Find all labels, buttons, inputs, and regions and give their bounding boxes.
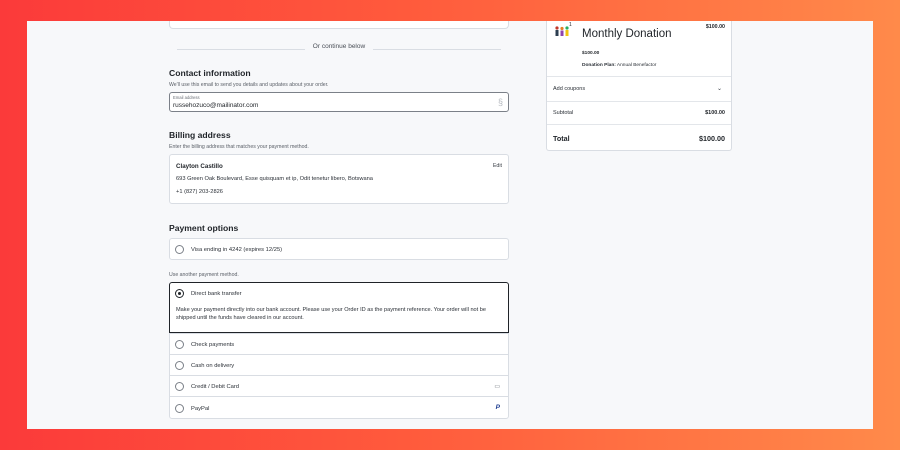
product-line-total: $100.00 (705, 24, 725, 30)
order-summary: 1 Monthly Donation $100.00 $100.00 Donat… (546, 21, 732, 151)
total-label: Total (553, 134, 570, 143)
saved-card-radio[interactable] (175, 245, 184, 254)
subtotal-label: Subtotal (553, 110, 574, 116)
bank-transfer-description: Make your payment directly into our bank… (176, 307, 486, 322)
billing-phone: +1 (827) 203-2826 (176, 189, 223, 195)
plan-label: Donation Plan: (582, 63, 616, 68)
payment-title: Payment options (169, 223, 239, 233)
payment-method-paypal[interactable]: PayPal P (169, 396, 509, 419)
contact-title: Contact information (169, 68, 251, 78)
saved-card-option[interactable]: Visa ending in 4242 (expires 12/25) (169, 238, 509, 260)
autofill-icon: § (497, 97, 503, 107)
payment-method-check[interactable]: Check payments (169, 333, 509, 355)
bank-transfer-label: Direct bank transfer (191, 290, 242, 297)
divider-line-right (373, 49, 501, 50)
email-field[interactable]: Email address russehozuco@mailinator.com… (169, 92, 509, 112)
total-value: $100.00 (699, 134, 725, 143)
cash-on-delivery-radio[interactable] (175, 361, 184, 370)
card-icon: ▭ (494, 383, 500, 390)
billing-address-card: Clayton Castillo 693 Green Oak Boulevard… (169, 154, 509, 204)
product-name: Monthly Donation (582, 28, 672, 40)
billing-name: Clayton Castillo (176, 163, 223, 170)
email-field-value[interactable]: russehozuco@mailinator.com (173, 102, 258, 109)
another-method-label: Use another payment method. (169, 272, 239, 278)
paypal-icon: P (495, 404, 500, 411)
payment-method-cod[interactable]: Cash on delivery (169, 354, 509, 376)
total-row: Total $100.00 (547, 124, 731, 151)
contact-subtitle: We'll use this email to send you details… (169, 82, 329, 88)
paypal-label: PayPal (191, 405, 210, 412)
billing-subtitle: Enter the billing address that matches y… (169, 144, 309, 150)
product-plan: Donation Plan: Annual Benefactor (582, 63, 656, 68)
chevron-down-icon[interactable]: ⌄ (717, 85, 722, 92)
product-quantity-badge: 1 (569, 22, 572, 28)
credit-card-radio[interactable] (175, 382, 184, 391)
billing-address-line: 693 Green Oak Boulevard, Esse quisquam e… (176, 176, 373, 182)
checkout-page: Or continue below Contact information We… (27, 21, 873, 429)
plan-value: Annual Benefactor (616, 63, 657, 68)
email-field-label: Email address (173, 95, 200, 100)
subtotal-row: Subtotal $100.00 (547, 101, 731, 124)
bank-transfer-radio[interactable] (175, 289, 184, 298)
check-payments-label: Check payments (191, 341, 235, 348)
product-price: $100.00 (582, 51, 600, 56)
cash-on-delivery-label: Cash on delivery (191, 362, 235, 369)
paypal-radio[interactable] (175, 404, 184, 413)
payment-method-bank-transfer[interactable]: Direct bank transfer Make your payment d… (169, 282, 509, 333)
credit-card-label: Credit / Debit Card (191, 383, 240, 390)
product-thumbnail-icon (554, 25, 570, 37)
saved-card-label: Visa ending in 4242 (expires 12/25) (191, 246, 283, 253)
subtotal-value: $100.00 (705, 110, 725, 116)
check-payments-radio[interactable] (175, 340, 184, 349)
edit-address-button[interactable]: Edit (493, 163, 502, 169)
or-continue-divider: Or continue below (177, 43, 501, 55)
payment-method-card[interactable]: Credit / Debit Card ▭ (169, 375, 509, 397)
add-coupons-label: Add coupons (553, 86, 586, 92)
billing-title: Billing address (169, 130, 231, 140)
add-coupons-row[interactable]: Add coupons ⌄ (547, 76, 731, 101)
express-checkout-box (169, 21, 509, 29)
